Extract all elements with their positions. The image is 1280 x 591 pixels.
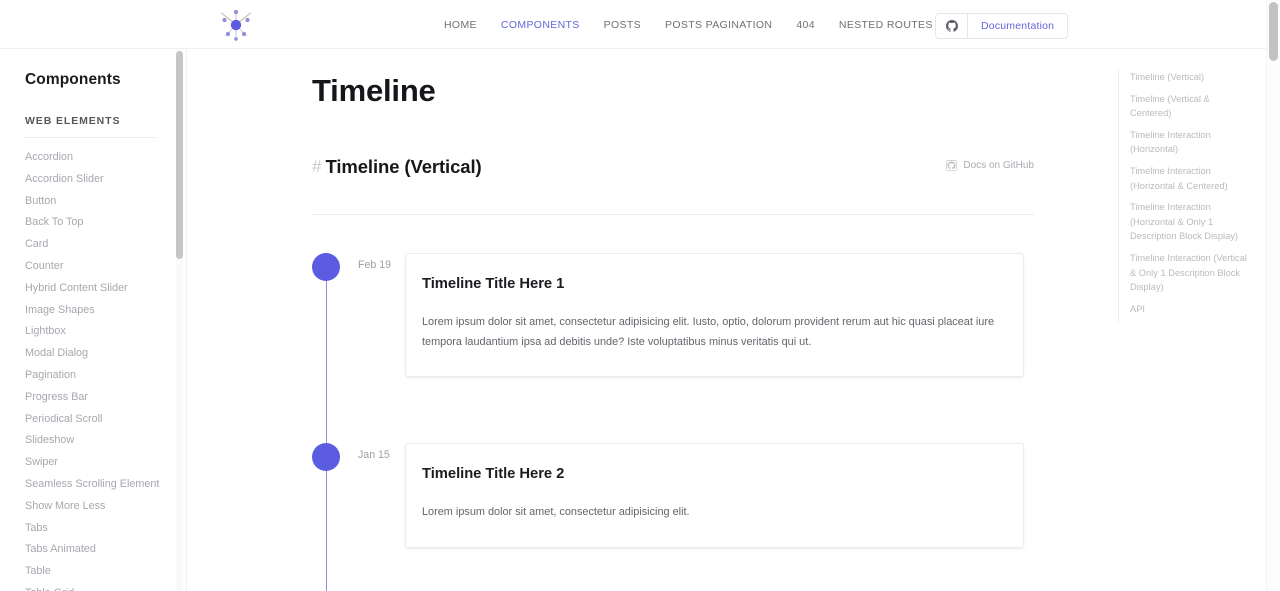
timeline-card[interactable]: Timeline Title Here 1 Lorem ipsum dolor … (405, 253, 1024, 377)
sidebar-item-accordion[interactable]: Accordion (25, 147, 186, 169)
timeline-date: Jan 15 (358, 449, 390, 461)
window-scrollbar[interactable] (1266, 0, 1280, 591)
site-logo[interactable] (215, 5, 257, 45)
sidebar-item-progress-bar[interactable]: Progress Bar (25, 387, 186, 409)
timeline: Feb 19 Timeline Title Here 1 Lorem ipsum… (312, 253, 1034, 591)
section-title: Timeline (Vertical) (325, 156, 481, 178)
sidebar-scrollbar[interactable] (176, 49, 183, 591)
sidebar-title: Components (25, 71, 186, 89)
toc-item-timeline-interaction-horizontal-centered[interactable]: Timeline Interaction (Horizontal & Cente… (1130, 164, 1248, 193)
sidebar-item-back-to-top[interactable]: Back To Top (25, 212, 186, 234)
timeline-dot[interactable] (312, 443, 340, 471)
nav-item-posts-pagination[interactable]: POSTS PAGINATION (653, 13, 784, 37)
timeline-dot[interactable] (312, 253, 340, 281)
timeline-card-description: Lorem ipsum dolor sit amet, consectetur … (422, 313, 1003, 352)
section-anchor-hash[interactable]: # (312, 157, 321, 177)
sidebar-content: Components WEB ELEMENTS Accordion Accord… (0, 49, 186, 591)
toc-item-timeline-vertical-centered[interactable]: Timeline (Vertical & Centered) (1130, 92, 1248, 121)
github-box-icon (946, 160, 957, 171)
timeline-card-title: Timeline Title Here 1 (422, 276, 1003, 292)
sidebar: Components WEB ELEMENTS Accordion Accord… (0, 49, 187, 591)
nav-item-404[interactable]: 404 (784, 13, 827, 37)
molecule-logo-icon (217, 8, 255, 42)
sidebar-item-slideshow[interactable]: Slideshow (25, 430, 186, 452)
github-icon (946, 20, 958, 32)
toc-item-api[interactable]: API (1130, 302, 1248, 317)
timeline-card[interactable]: Timeline Title Here 2 Lorem ipsum dolor … (405, 443, 1024, 548)
toc-item-timeline-vertical[interactable]: Timeline (Vertical) (1130, 70, 1248, 85)
sidebar-item-table-grid[interactable]: Table Grid (25, 583, 186, 591)
sidebar-item-counter[interactable]: Counter (25, 256, 186, 278)
timeline-date: Feb 19 (358, 259, 391, 271)
sidebar-item-image-shapes[interactable]: Image Shapes (25, 300, 186, 322)
nav-item-posts[interactable]: POSTS (592, 13, 653, 37)
section-header: # Timeline (Vertical) Docs on GitHub (312, 156, 1034, 178)
sidebar-item-table[interactable]: Table (25, 561, 186, 583)
sidebar-item-accordion-slider[interactable]: Accordion Slider (25, 169, 186, 191)
sidebar-item-pagination[interactable]: Pagination (25, 365, 186, 387)
sidebar-scrollbar-thumb[interactable] (176, 51, 183, 259)
sidebar-item-lightbox[interactable]: Lightbox (25, 321, 186, 343)
documentation-button[interactable]: Documentation (935, 13, 1068, 39)
table-of-contents: Timeline (Vertical) Timeline (Vertical &… (1118, 70, 1248, 323)
sidebar-item-periodical-scroll[interactable]: Periodical Scroll (25, 409, 186, 431)
github-icon-slot (936, 14, 968, 38)
nav-item-home[interactable]: HOME (432, 13, 489, 37)
sidebar-item-modal-dialog[interactable]: Modal Dialog (25, 343, 186, 365)
sidebar-item-button[interactable]: Button (25, 191, 186, 213)
toc-item-timeline-interaction-vertical-one-desc[interactable]: Timeline Interaction (Vertical & Only 1 … (1130, 251, 1248, 295)
sidebar-item-show-more-less[interactable]: Show More Less (25, 496, 186, 518)
sidebar-item-tabs-animated[interactable]: Tabs Animated (25, 539, 186, 561)
docs-on-github-link[interactable]: Docs on GitHub (946, 160, 1034, 171)
toc-item-timeline-interaction-horizontal-one-desc[interactable]: Timeline Interaction (Horizontal & Only … (1130, 200, 1248, 244)
docs-on-github-label: Docs on GitHub (963, 160, 1034, 171)
timeline-entry: Jan 15 Timeline Title Here 2 Lorem ipsum… (312, 443, 1034, 548)
site-header: HOME COMPONENTS POSTS POSTS PAGINATION 4… (0, 0, 1271, 49)
doc-body: Timeline # Timeline (Vertical) Docs on G… (188, 73, 1262, 591)
sidebar-item-hybrid-content-slider[interactable]: Hybrid Content Slider (25, 278, 186, 300)
nav-item-nested-routes[interactable]: NESTED ROUTES (827, 13, 945, 37)
sidebar-group-web-elements: WEB ELEMENTS (25, 115, 186, 137)
toc-item-timeline-interaction-horizontal[interactable]: Timeline Interaction (Horizontal) (1130, 128, 1248, 157)
documentation-button-label: Documentation (968, 14, 1067, 38)
timeline-card-description: Lorem ipsum dolor sit amet, consectetur … (422, 503, 1003, 523)
sidebar-item-card[interactable]: Card (25, 234, 186, 256)
app-root: HOME COMPONENTS POSTS POSTS PAGINATION 4… (0, 0, 1280, 591)
sidebar-item-seamless-scrolling-element[interactable]: Seamless Scrolling Element (25, 474, 186, 496)
sidebar-item-swiper[interactable]: Swiper (25, 452, 186, 474)
window-scrollbar-thumb[interactable] (1269, 2, 1278, 61)
main-content: Timeline # Timeline (Vertical) Docs on G… (188, 49, 1262, 591)
timeline-entry: Feb 19 Timeline Title Here 1 Lorem ipsum… (312, 253, 1034, 377)
timeline-card-title: Timeline Title Here 2 (422, 466, 1003, 482)
sidebar-divider (25, 137, 156, 138)
sidebar-item-tabs[interactable]: Tabs (25, 518, 186, 540)
section-divider (312, 214, 1034, 215)
nav-item-components[interactable]: COMPONENTS (489, 13, 592, 37)
